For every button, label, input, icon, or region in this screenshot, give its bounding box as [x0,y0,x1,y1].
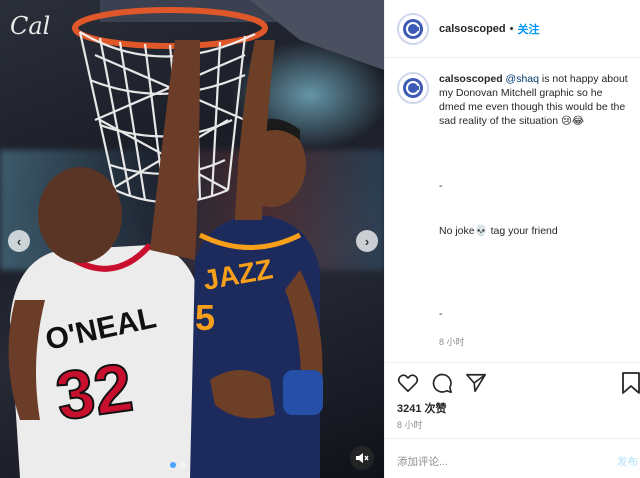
profile-logo-icon [403,18,423,39]
previous-image-button[interactable]: ‹ [8,230,30,252]
signature-watermark: Cal [10,12,50,40]
caption-dash: - [439,308,443,320]
caption: calsoscoped @shaq is not happy about my … [397,72,633,128]
comment-icon[interactable] [431,372,453,394]
caption-mention[interactable]: @shaq [506,73,539,85]
post-timestamp[interactable]: 8 小时 [397,418,423,431]
caption-timestamp: 8 小时 [439,337,465,347]
avatar[interactable] [397,12,429,45]
speaker-muted-icon [356,453,369,463]
svg-text:Cal: Cal [10,12,50,40]
divider [385,438,640,439]
username-link[interactable]: calsoscoped [439,23,506,35]
carousel-indicator [170,462,186,468]
chevron-left-icon: ‹ [16,233,22,249]
caption-avatar[interactable] [397,72,429,104]
action-bar [397,372,487,394]
carousel-dot [170,462,176,468]
follow-button[interactable]: 关注 [518,21,540,37]
comment-input[interactable]: 添加评论... [397,454,448,469]
mute-button[interactable] [350,446,374,470]
heart-icon[interactable] [397,372,419,394]
post-comment-button[interactable]: 发布 [617,454,638,469]
send-icon[interactable] [465,372,487,394]
caption-text: calsoscoped @shaq is not happy about my … [439,72,629,128]
chevron-right-icon: › [364,233,370,249]
separator-dot: • [509,22,514,35]
jersey-number: 32 [52,349,137,435]
post-sidebar: calsoscoped • 关注 calsoscoped @shaq is no… [384,0,640,478]
caption-username[interactable]: calsoscoped [439,73,503,85]
caption-joke-line: No joke💀 tag your friend [439,225,558,237]
profile-logo-icon [403,78,423,98]
divider [385,362,640,363]
caption-dash: - [439,180,443,192]
bookmark-icon[interactable] [621,372,640,394]
next-image-button[interactable]: › [356,230,378,252]
carousel-dot [180,462,186,468]
dunk-illustration: O'NEAL 32 JAZZ 5 [8,0,384,478]
post-image[interactable]: O'NEAL 32 JAZZ 5 Cal ‹ › [0,0,384,478]
opponent-jersey-number: 5 [195,297,215,338]
post-header: calsoscoped • 关注 [385,0,640,58]
like-count[interactable]: 3241 次赞 [397,400,447,416]
